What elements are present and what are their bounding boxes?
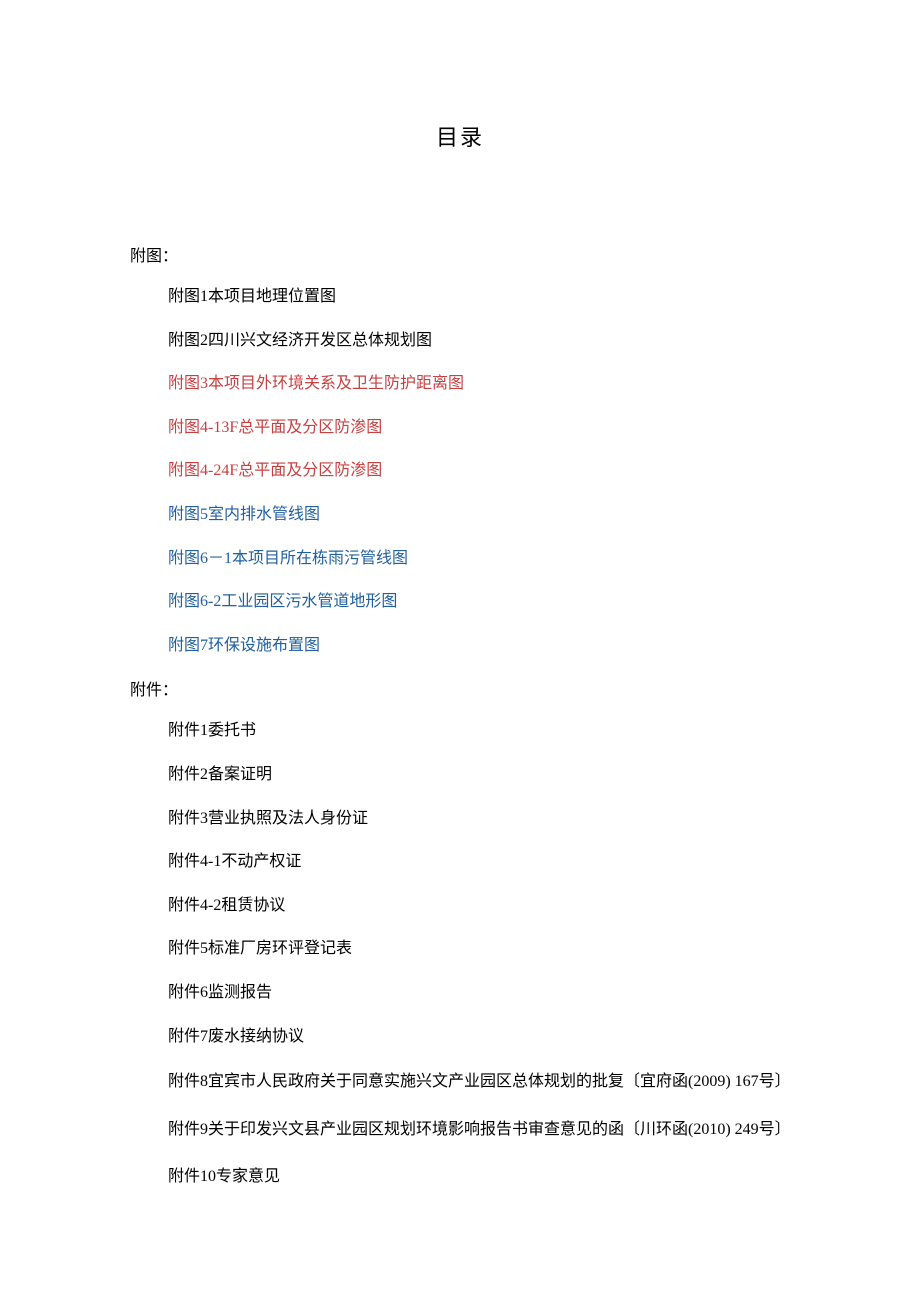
section-fujian: 附件： 附件1委托书 附件2备案证明 附件3营业执照及法人身份证 附件4-1不动… (130, 676, 790, 1189)
section-futu: 附图： 附图1本项目地理位置图 附图2四川兴文经济开发区总体规划图 附图3本项目… (130, 242, 790, 658)
toc-item: 附图2四川兴文经济开发区总体规划图 (130, 328, 790, 354)
toc-item: 附图4-24F总平面及分区防渗图 (130, 458, 790, 484)
toc-item: 附件4-2租赁协议 (130, 893, 790, 919)
toc-item: 附图5室内排水管线图 (130, 502, 790, 528)
page-title: 目录 (130, 120, 790, 152)
section-futu-label: 附图： (130, 242, 790, 266)
toc-item: 附件6监测报告 (130, 980, 790, 1006)
toc-item: 附图1本项目地理位置图 (130, 284, 790, 310)
toc-item: 附件5标准厂房环评登记表 (130, 936, 790, 962)
toc-item: 附件2备案证明 (130, 762, 790, 788)
toc-item: 附件4-1不动产权证 (130, 849, 790, 875)
toc-item: 附图7环保设施布置图 (130, 633, 790, 659)
toc-item: 附图3本项目外环境关系及卫生防护距离图 (130, 371, 790, 397)
toc-item: 附件1委托书 (130, 718, 790, 744)
toc-item: 附件3营业执照及法人身份证 (130, 806, 790, 832)
toc-item: 附件9关于印发兴文县产业园区规划环境影响报告书审查意见的函〔川环函(2010) … (130, 1115, 790, 1145)
toc-item: 附图6－1本项目所在栋雨污管线图 (130, 546, 790, 572)
toc-item: 附件8宜宾市人民政府关于同意实施兴文产业园区总体规划的批复〔宜府函(2009) … (130, 1067, 790, 1097)
toc-item: 附件10专家意见 (130, 1164, 790, 1190)
toc-item: 附图4-13F总平面及分区防渗图 (130, 415, 790, 441)
section-fujian-label: 附件： (130, 676, 790, 700)
toc-item: 附图6-2工业园区污水管道地形图 (130, 589, 790, 615)
toc-item: 附件7废水接纳协议 (130, 1024, 790, 1050)
